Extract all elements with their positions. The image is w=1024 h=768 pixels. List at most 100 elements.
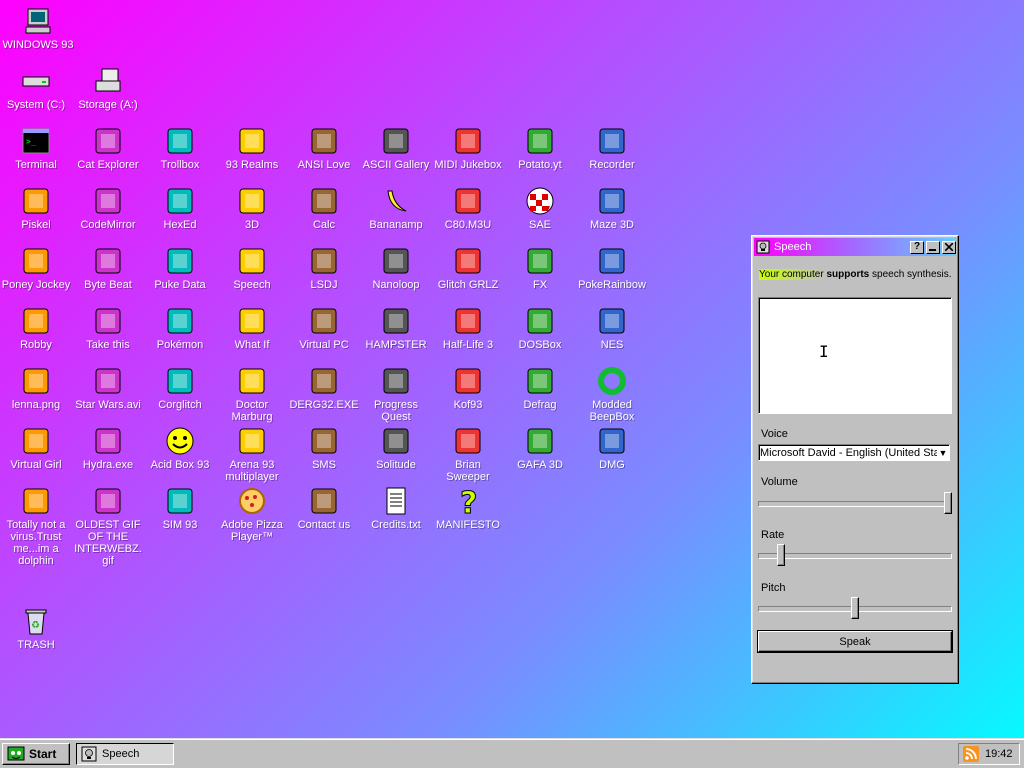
desktop-icon-ansi-love[interactable]: ANSI Love <box>288 124 360 171</box>
desktop-icon-adobe-pizza-player[interactable]: Adobe Pizza Player™ <box>216 484 288 543</box>
desktop-icon-piskel[interactable]: Piskel <box>0 184 72 231</box>
desktop-icon-terminal[interactable]: >_ Terminal <box>0 124 72 171</box>
desktop-icon-label: Kof93 <box>453 399 483 411</box>
pitch-thumb[interactable] <box>851 597 859 619</box>
volume-slider[interactable] <box>758 492 952 516</box>
desktop-icon-nanoloop[interactable]: Nanoloop <box>360 244 432 291</box>
desktop-icon-what-if[interactable]: What If <box>216 304 288 351</box>
desktop-icon-dosbox[interactable]: DOSBox <box>504 304 576 351</box>
desktop-icon-virtual-pc[interactable]: Virtual PC <box>288 304 360 351</box>
desktop-icon-take-this[interactable]: Take this <box>72 304 144 351</box>
virtual-pc-icon <box>307 304 341 338</box>
desktop-icon-label: OLDEST GIF OF THE INTERWEBZ.gif <box>74 519 142 567</box>
desktop-icon-pok-mon[interactable]: Pokémon <box>144 304 216 351</box>
volume-thumb[interactable] <box>944 492 952 514</box>
desktop-icon-hexed[interactable]: HexEd <box>144 184 216 231</box>
desktop-icon-c80-m3u[interactable]: C80.M3U <box>432 184 504 231</box>
voice-label: Voice <box>761 428 788 440</box>
desktop-icon-label: Nanoloop <box>372 279 420 291</box>
desktop-icon-trollbox[interactable]: Trollbox <box>144 124 216 171</box>
desktop-icon-3d[interactable]: 3D <box>216 184 288 231</box>
desktop-icon-potato-yt[interactable]: Potato.yt <box>504 124 576 171</box>
desktop-icon-puke-data[interactable]: Puke Data <box>144 244 216 291</box>
desktop-icon-label: Trollbox <box>160 159 200 171</box>
pitch-slider[interactable] <box>758 597 952 621</box>
potato-icon <box>523 124 557 158</box>
computer-icon <box>21 4 55 38</box>
desktop-icon-midi-jukebox[interactable]: MIDI Jukebox <box>432 124 504 171</box>
desktop-icon-credits-txt[interactable]: Credits.txt <box>360 484 432 531</box>
desktop-icon-ascii-gallery[interactable]: ASCII Gallery <box>360 124 432 171</box>
minimize-button[interactable] <box>926 240 940 254</box>
desktop-icon-codemirror[interactable]: CodeMirror <box>72 184 144 231</box>
question-icon: ? <box>451 484 485 518</box>
desktop-icon-fx[interactable]: FX <box>504 244 576 291</box>
desktop-icon-windows-93[interactable]: WINDOWS 93 <box>2 4 74 51</box>
desktop-icon-93-realms[interactable]: 93 Realms <box>216 124 288 171</box>
desktop-icon-gafa-3d[interactable]: GAFA 3D <box>504 424 576 471</box>
desktop-icon-robby[interactable]: Robby <box>0 304 72 351</box>
desktop-icon-virtual-girl[interactable]: Virtual Girl <box>0 424 72 471</box>
desktop-icon-progress-quest[interactable]: Progress Quest <box>360 364 432 423</box>
desktop-icon-manifesto[interactable]: ? MANIFESTO <box>432 484 504 532</box>
desktop-icon-sms[interactable]: SMS <box>288 424 360 471</box>
desktop-icon-lenna-png[interactable]: lenna.png <box>0 364 72 411</box>
close-button[interactable] <box>942 240 956 254</box>
desktop-icon-label: ANSI Love <box>297 159 351 171</box>
dolphin-icon <box>19 484 53 518</box>
desktop-icon-pokerainbow[interactable]: PokeRainbow <box>576 244 648 291</box>
desktop-icon-nes[interactable]: NES <box>576 304 648 351</box>
voice-select[interactable]: Microsoft David - English (United States… <box>758 444 950 461</box>
desktop-icon-modded-beepbox[interactable]: Modded BeepBox <box>576 364 648 423</box>
desktop-icon-dmg[interactable]: DMG <box>576 424 648 471</box>
desktop-icon-corglitch[interactable]: Corglitch <box>144 364 216 411</box>
desktop-icon-poney-jockey[interactable]: Poney Jockey <box>0 244 72 291</box>
desktop-icon-label: MIDI Jukebox <box>434 159 502 171</box>
speech-text-input[interactable]: I <box>758 297 952 414</box>
desktop-icon-sae[interactable]: SAE <box>504 184 576 231</box>
desktop-icon-maze-3d[interactable]: Maze 3D <box>576 184 648 231</box>
taskbar-item-speech[interactable]: Speech <box>76 743 174 765</box>
speak-button[interactable]: Speak <box>757 630 953 653</box>
desktop-icon-sim-93[interactable]: SIM 93 <box>144 484 216 531</box>
desktop-icon-glitch-grlz[interactable]: Glitch GRLZ <box>432 244 504 291</box>
chat-bubble-icon <box>163 124 197 158</box>
cat-globe-icon <box>91 124 125 158</box>
speech-titlebar[interactable]: Speech ? <box>754 238 956 256</box>
desktop-icon-system-c[interactable]: System (C:) <box>0 64 72 111</box>
pd-icon <box>163 244 197 278</box>
desktop-icon-speech[interactable]: Speech <box>216 244 288 291</box>
desktop-icon-bananamp[interactable]: Bananamp <box>360 184 432 231</box>
desktop-icon-recorder[interactable]: Recorder <box>576 124 648 171</box>
rss-icon[interactable] <box>963 746 979 762</box>
desktop-icon-star-wars-avi[interactable]: Star Wars.avi <box>72 364 144 411</box>
rate-slider[interactable] <box>758 544 952 568</box>
desktop-icon-cat-explorer[interactable]: Cat Explorer <box>72 124 144 171</box>
desktop-icon-hampster[interactable]: HAMPSTER <box>360 304 432 351</box>
what-if-icon <box>235 304 269 338</box>
pokemon-trio-icon <box>595 244 629 278</box>
desktop-icon-hydra-exe[interactable]: Hydra.exe <box>72 424 144 471</box>
help-button[interactable]: ? <box>910 240 924 254</box>
desktop-icon-totally-not-a-virus-trust-me-im-a-dolphin[interactable]: Totally not a virus.Trust me...im a dolp… <box>0 484 72 567</box>
desktop-icon-calc[interactable]: Calc <box>288 184 360 231</box>
desktop-icon-arena-93-multiplayer[interactable]: Arena 93 multiplayer <box>216 424 288 483</box>
desktop-icon-defrag[interactable]: Defrag <box>504 364 576 411</box>
start-button[interactable]: Start <box>2 743 70 765</box>
desktop-icon-derg32-exe[interactable]: DERG32.EXE <box>288 364 360 411</box>
desktop-icon-acid-box-93[interactable]: Acid Box 93 <box>144 424 216 471</box>
desktop-icon-brian-sweeper[interactable]: Brian Sweeper <box>432 424 504 483</box>
desktop-icon-byte-beat[interactable]: Byte Beat <box>72 244 144 291</box>
desktop-icon-label: Puke Data <box>154 279 206 291</box>
desktop-icon-solitude[interactable]: Solitude <box>360 424 432 471</box>
desktop-icon-trash[interactable]: ♻ TRASH <box>0 604 72 651</box>
desktop-icon-lsdj[interactable]: LSDJ <box>288 244 360 291</box>
rate-thumb[interactable] <box>777 544 785 566</box>
desktop-icon-kof93[interactable]: Kof93 <box>432 364 504 411</box>
desktop-icon-doctor-marburg[interactable]: Doctor Marburg <box>216 364 288 423</box>
desktop-icon-contact-us[interactable]: Contact us <box>288 484 360 531</box>
desktop-icon-half-life-3[interactable]: Half-Life 3 <box>432 304 504 351</box>
desktop-icon-label: Modded BeepBox <box>589 399 635 423</box>
desktop-icon-oldest-gif-of-the-interwebz-gif[interactable]: OLDEST GIF OF THE INTERWEBZ.gif <box>72 484 144 567</box>
desktop-icon-storage-a[interactable]: Storage (A:) <box>72 64 144 111</box>
